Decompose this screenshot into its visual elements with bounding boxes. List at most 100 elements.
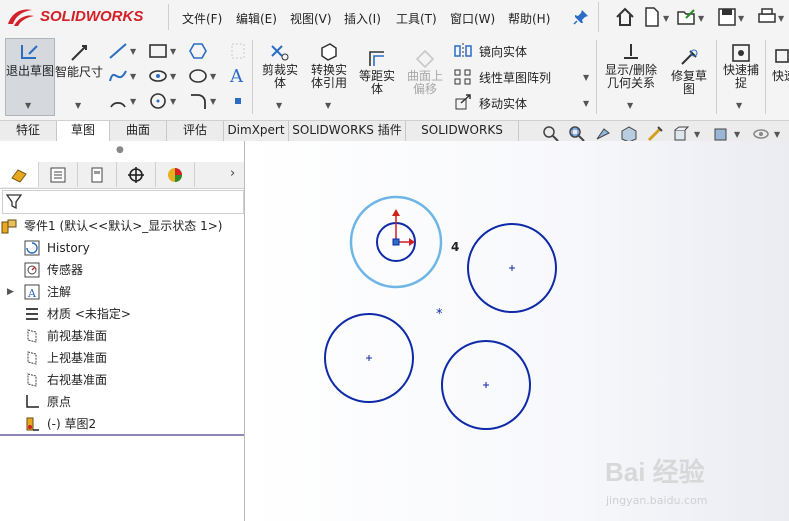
tab-property-manager[interactable] xyxy=(39,162,78,187)
tab-surfaces[interactable]: 曲面 xyxy=(110,121,167,141)
chevron-down-icon[interactable]: ▼ xyxy=(736,101,742,110)
chevron-down-icon[interactable]: ▼ xyxy=(778,14,784,23)
tab-configuration-manager[interactable] xyxy=(78,162,117,187)
chevron-right-icon[interactable]: › xyxy=(230,166,235,181)
tab-display-manager[interactable] xyxy=(156,162,195,187)
chevron-down-icon[interactable]: ▼ xyxy=(694,130,700,139)
repair-sketch-button[interactable]: 修复草图 xyxy=(666,70,712,96)
tree-item-top-plane[interactable]: 上视基准面 xyxy=(0,347,244,369)
separator xyxy=(252,40,253,114)
convert-entities-button[interactable]: 转换实体引用 xyxy=(306,64,352,90)
text-icon[interactable]: A xyxy=(230,66,243,87)
open-file-icon[interactable] xyxy=(676,6,698,28)
plane-icon xyxy=(27,329,37,343)
pin-icon[interactable] xyxy=(573,9,589,25)
chevron-down-icon[interactable]: ▼ xyxy=(738,14,744,23)
tab-dimxpert-manager[interactable] xyxy=(117,162,156,187)
chevron-down-icon[interactable]: ▼ xyxy=(210,97,216,106)
circle-icon[interactable] xyxy=(148,92,168,110)
spline-icon[interactable] xyxy=(108,67,128,85)
chevron-down-icon[interactable]: ▼ xyxy=(627,101,633,110)
chevron-down-icon[interactable]: ▼ xyxy=(734,130,740,139)
chevron-down-icon[interactable]: ▼ xyxy=(698,14,704,23)
tab-sketch[interactable]: 草图 xyxy=(57,121,110,141)
origin-icon xyxy=(26,395,39,408)
chevron-down-icon[interactable]: ▼ xyxy=(170,47,176,56)
offset-on-surface-button[interactable]: 曲面上偏移 xyxy=(402,70,448,96)
print-icon[interactable] xyxy=(756,6,778,28)
chevron-down-icon[interactable]: ▼ xyxy=(75,101,81,110)
display-delete-relations-button[interactable]: 显示/删除几何关系 xyxy=(600,64,662,90)
tree-item-material[interactable]: 材质 <未指定> xyxy=(0,303,244,325)
menu-tools[interactable]: 工具(T) xyxy=(396,10,437,27)
quick-snap-icon xyxy=(732,44,750,62)
tab-features[interactable]: 特征 xyxy=(0,121,57,141)
chevron-down-icon[interactable]: ▼ xyxy=(774,130,780,139)
offset-entities-button[interactable]: 等距实体 xyxy=(356,70,398,96)
tab-addins[interactable]: SOLIDWORKS 插件 xyxy=(289,121,406,141)
linear-pattern-button[interactable]: 线性草图阵列 xyxy=(479,69,551,86)
ellipse-icon[interactable] xyxy=(188,67,208,85)
sketch-canvas[interactable]: * 4 xyxy=(245,141,789,521)
chevron-down-icon[interactable]: ▼ xyxy=(170,97,176,106)
tab-dimxpert[interactable]: DimXpert xyxy=(224,121,289,141)
trim-entities-button[interactable]: 剪裁实体 xyxy=(258,64,302,90)
menu-window[interactable]: 窗口(W) xyxy=(450,10,495,27)
offset-on-surface-icon xyxy=(415,49,435,68)
mirror-entities-button[interactable]: 镜向实体 xyxy=(479,43,527,60)
expand-arrow-icon[interactable]: ▶ xyxy=(7,281,14,303)
menu-insert[interactable]: 插入(I) xyxy=(344,10,381,27)
tab-evaluate[interactable]: 评估 xyxy=(167,121,224,141)
save-icon[interactable] xyxy=(716,6,738,28)
chevron-down-icon[interactable]: ▼ xyxy=(663,14,669,23)
menu-edit[interactable]: 编辑(E) xyxy=(236,10,277,27)
chevron-down-icon[interactable]: ▼ xyxy=(130,97,136,106)
line-icon[interactable] xyxy=(108,42,128,60)
point-icon[interactable] xyxy=(235,98,241,104)
arc-icon[interactable] xyxy=(108,92,128,110)
separator xyxy=(596,40,597,114)
chevron-down-icon[interactable]: ▼ xyxy=(276,101,282,110)
new-file-icon[interactable] xyxy=(641,6,663,28)
tree-item-origin[interactable]: 原点 xyxy=(0,391,244,413)
rectangle-icon[interactable] xyxy=(148,42,168,60)
tree-item-label: 上视基准面 xyxy=(47,351,108,365)
sketch-point-icon: * xyxy=(436,307,443,322)
polygon-icon[interactable] xyxy=(188,42,208,60)
panel-collapse-handle[interactable]: ● xyxy=(116,145,124,155)
menu-help[interactable]: 帮助(H) xyxy=(508,10,550,27)
tree-item-sensors[interactable]: 传感器 xyxy=(0,259,244,281)
slot-icon[interactable] xyxy=(148,67,168,85)
move-entities-button[interactable]: 移动实体 xyxy=(479,95,527,112)
tab-mbd[interactable]: SOLIDWORKS MBD xyxy=(406,121,519,156)
tree-root-part[interactable]: 零件1 (默认<<默认>_显示状态 1>) xyxy=(0,215,244,237)
tree-item-sketch2[interactable]: (-) 草图2 xyxy=(0,413,244,435)
menu-view[interactable]: 视图(V) xyxy=(290,10,332,27)
quick-snaps-button[interactable]: 快速捕捉 xyxy=(720,64,762,90)
chevron-down-icon[interactable]: ▼ xyxy=(130,72,136,81)
chevron-down-icon[interactable]: ▼ xyxy=(583,99,589,108)
part-icon xyxy=(1,219,17,234)
svg-text:A: A xyxy=(27,287,37,300)
tree-item-front-plane[interactable]: 前视基准面 xyxy=(0,325,244,347)
fillet-icon[interactable] xyxy=(188,92,208,110)
tree-filter[interactable] xyxy=(2,190,244,214)
chevron-down-icon[interactable]: ▼ xyxy=(210,72,216,81)
tree-item-right-plane[interactable]: 右视基准面 xyxy=(0,369,244,391)
separator xyxy=(598,2,599,32)
chevron-down-icon[interactable]: ▼ xyxy=(325,101,331,110)
move-entities-icon xyxy=(455,94,471,110)
rollback-bar[interactable] xyxy=(0,434,244,436)
tab-feature-manager[interactable] xyxy=(0,162,39,187)
rapid-sketch-button[interactable]: 快速 xyxy=(772,70,789,83)
chevron-down-icon[interactable]: ▼ xyxy=(583,73,589,82)
exit-sketch-button[interactable]: 退出草图 ▼ xyxy=(5,38,55,116)
chevron-down-icon[interactable]: ▼ xyxy=(130,47,136,56)
smart-dimension-button[interactable]: 智能尺寸 xyxy=(55,66,103,79)
home-icon[interactable] xyxy=(614,6,636,28)
tree-item-annotations[interactable]: ▶ A 注解 xyxy=(0,281,244,303)
tree-root-label: 零件1 (默认<<默认>_显示状态 1>) xyxy=(24,219,223,233)
chevron-down-icon[interactable]: ▼ xyxy=(170,72,176,81)
menu-file[interactable]: 文件(F) xyxy=(182,10,222,27)
tree-item-history[interactable]: History xyxy=(0,237,244,259)
